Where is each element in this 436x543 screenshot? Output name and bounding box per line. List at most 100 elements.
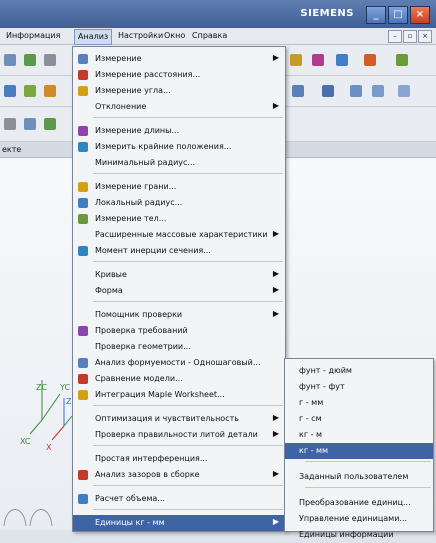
analysis-menu-item[interactable]: Кривые ▶	[73, 267, 285, 283]
menu-item-label: Измерение длины...	[95, 126, 180, 135]
menu-item-label: Интеграция Maple Worksheet...	[95, 390, 225, 399]
analysis-menu-item[interactable]: Отклонение ▶	[73, 99, 285, 115]
analysis-menu-item[interactable]: Оптимизация и чувствительность ▶	[73, 411, 285, 427]
units-menu-item[interactable]: Единицы информации	[285, 527, 433, 543]
analysis-menu-item[interactable]: Локальный радиус...	[73, 195, 285, 211]
menu-item-label: Единицы кг - мм	[95, 518, 165, 527]
analysis-menu-item[interactable]: Простая интерференция...	[73, 451, 285, 467]
window-title-bar: SIEMENS _ □ ×	[0, 0, 436, 28]
tool-icon[interactable]	[24, 54, 36, 66]
units-menu-item[interactable]: кг - м	[285, 427, 433, 443]
menu-item-label: Помощник проверки	[95, 310, 183, 319]
submenu-arrow-icon: ▶	[272, 429, 279, 438]
tool-icon[interactable]	[290, 54, 302, 66]
menu-settings[interactable]: Настройки	[118, 31, 163, 40]
mdi-minimize-icon[interactable]: –	[388, 30, 402, 43]
analysis-menu-item[interactable]: Помощник проверки ▶	[73, 307, 285, 323]
tool-icon[interactable]	[372, 85, 384, 97]
units-menu-item[interactable]: г - мм	[285, 395, 433, 411]
angle-icon	[78, 86, 88, 96]
analysis-menu-item[interactable]: Проверка геометрии...	[73, 339, 285, 355]
tool-icon[interactable]	[398, 85, 410, 97]
analysis-menu-item[interactable]: Момент инерции сечения...	[73, 243, 285, 259]
yc-label: YC	[59, 383, 70, 392]
yc-axis	[41, 393, 61, 421]
analysis-menu-item[interactable]: Проверка правильности литой детали ▶	[73, 427, 285, 443]
menu-window[interactable]: Окно	[164, 31, 185, 40]
menu-separator	[93, 509, 283, 510]
analysis-menu-item[interactable]: Измерить крайние положения...	[73, 139, 285, 155]
units-menu-item[interactable]: фунт - фут	[285, 379, 433, 395]
view-tab-icon[interactable]	[29, 509, 53, 527]
units-menu-item[interactable]: кг - мм	[285, 443, 433, 459]
menu-item-label: Измерение грани...	[95, 182, 177, 191]
tool-icon[interactable]	[44, 118, 56, 130]
analysis-menu-item[interactable]: Измерение грани...	[73, 179, 285, 195]
minimize-icon[interactable]: _	[366, 6, 386, 24]
tool-icon[interactable]	[396, 54, 408, 66]
menu-item-label: г - мм	[299, 398, 324, 407]
units-menu-item[interactable]: Управление единицами...	[285, 511, 433, 527]
menu-item-label: Форма	[95, 286, 123, 295]
analysis-menu-item[interactable]: Сравнение модели...	[73, 371, 285, 387]
menu-item-label: Проверка требований	[95, 326, 188, 335]
maple-icon	[78, 390, 88, 400]
face-icon	[78, 182, 88, 192]
distance-icon	[78, 70, 88, 80]
menu-separator	[93, 117, 283, 118]
menu-bar: Информация Анализ Настройки Окно Справка…	[0, 28, 436, 45]
units-menu-item[interactable]: фунт - дюйм	[285, 363, 433, 379]
tool-icon[interactable]	[292, 85, 304, 97]
brand-label: SIEMENS	[300, 8, 354, 19]
menu-separator	[305, 487, 431, 488]
analysis-menu-item[interactable]: Измерение угла...	[73, 83, 285, 99]
analysis-menu-item[interactable]: Измерение тел...	[73, 211, 285, 227]
menu-item-label: Расширенные массовые характеристики	[95, 230, 268, 239]
restore-icon[interactable]: □	[388, 6, 408, 24]
tool-icon[interactable]	[322, 85, 334, 97]
units-menu-item[interactable]: Преобразование единиц...	[285, 495, 433, 511]
analysis-menu-item[interactable]: Расширенные массовые характеристики ▶	[73, 227, 285, 243]
menu-item-label: Измерить крайние положения...	[95, 142, 232, 151]
units-menu-item[interactable]: Заданный пользователем	[285, 469, 433, 485]
analysis-menu-item[interactable]: Измерение ▶	[73, 51, 285, 67]
view-tab-icon[interactable]	[3, 509, 27, 527]
analysis-menu-item[interactable]: Анализ формуемости - Одношаговый...	[73, 355, 285, 371]
analysis-menu-item[interactable]: Единицы кг - мм ▶	[73, 515, 285, 531]
tool-icon[interactable]	[364, 54, 376, 66]
analysis-menu-item[interactable]: Измерение расстояния...	[73, 67, 285, 83]
menu-analysis[interactable]: Анализ	[74, 29, 113, 45]
menu-separator	[93, 405, 283, 406]
tool-icon[interactable]	[4, 85, 16, 97]
close-icon[interactable]: ×	[410, 6, 430, 24]
tool-icon[interactable]	[350, 85, 362, 97]
mdi-close-icon[interactable]: ×	[418, 30, 432, 43]
tool-icon[interactable]	[312, 54, 324, 66]
analysis-menu-item[interactable]: Измерение длины...	[73, 123, 285, 139]
submenu-arrow-icon: ▶	[272, 269, 279, 278]
x-label: X	[46, 443, 52, 452]
zc-label: ZC	[36, 383, 47, 392]
mdi-restore-icon[interactable]: ▫	[403, 30, 417, 43]
analysis-menu-item[interactable]: Минимальный радиус...	[73, 155, 285, 171]
tool-icon[interactable]	[4, 118, 16, 130]
menu-item-label: Локальный радиус...	[95, 198, 183, 207]
tool-icon[interactable]	[24, 85, 36, 97]
tool-icon[interactable]	[4, 54, 16, 66]
analysis-menu-item[interactable]: Расчет объема...	[73, 491, 285, 507]
tool-icon[interactable]	[24, 118, 36, 130]
menu-help[interactable]: Справка	[192, 31, 227, 40]
analysis-menu-item[interactable]: Проверка требований	[73, 323, 285, 339]
tool-icon[interactable]	[44, 54, 56, 66]
menu-item-label: Кривые	[95, 270, 127, 279]
analysis-menu-item[interactable]: Интеграция Maple Worksheet...	[73, 387, 285, 403]
submenu-arrow-icon: ▶	[272, 309, 279, 318]
analysis-menu-item[interactable]: Анализ зазоров в сборке ▶	[73, 467, 285, 483]
analysis-menu-item[interactable]: Форма ▶	[73, 283, 285, 299]
menu-info[interactable]: Информация	[6, 31, 60, 40]
units-menu-item[interactable]: г - см	[285, 411, 433, 427]
tool-icon[interactable]	[44, 85, 56, 97]
submenu-arrow-icon: ▶	[272, 413, 279, 422]
submenu-arrow-icon: ▶	[272, 101, 279, 110]
tool-icon[interactable]	[336, 54, 348, 66]
